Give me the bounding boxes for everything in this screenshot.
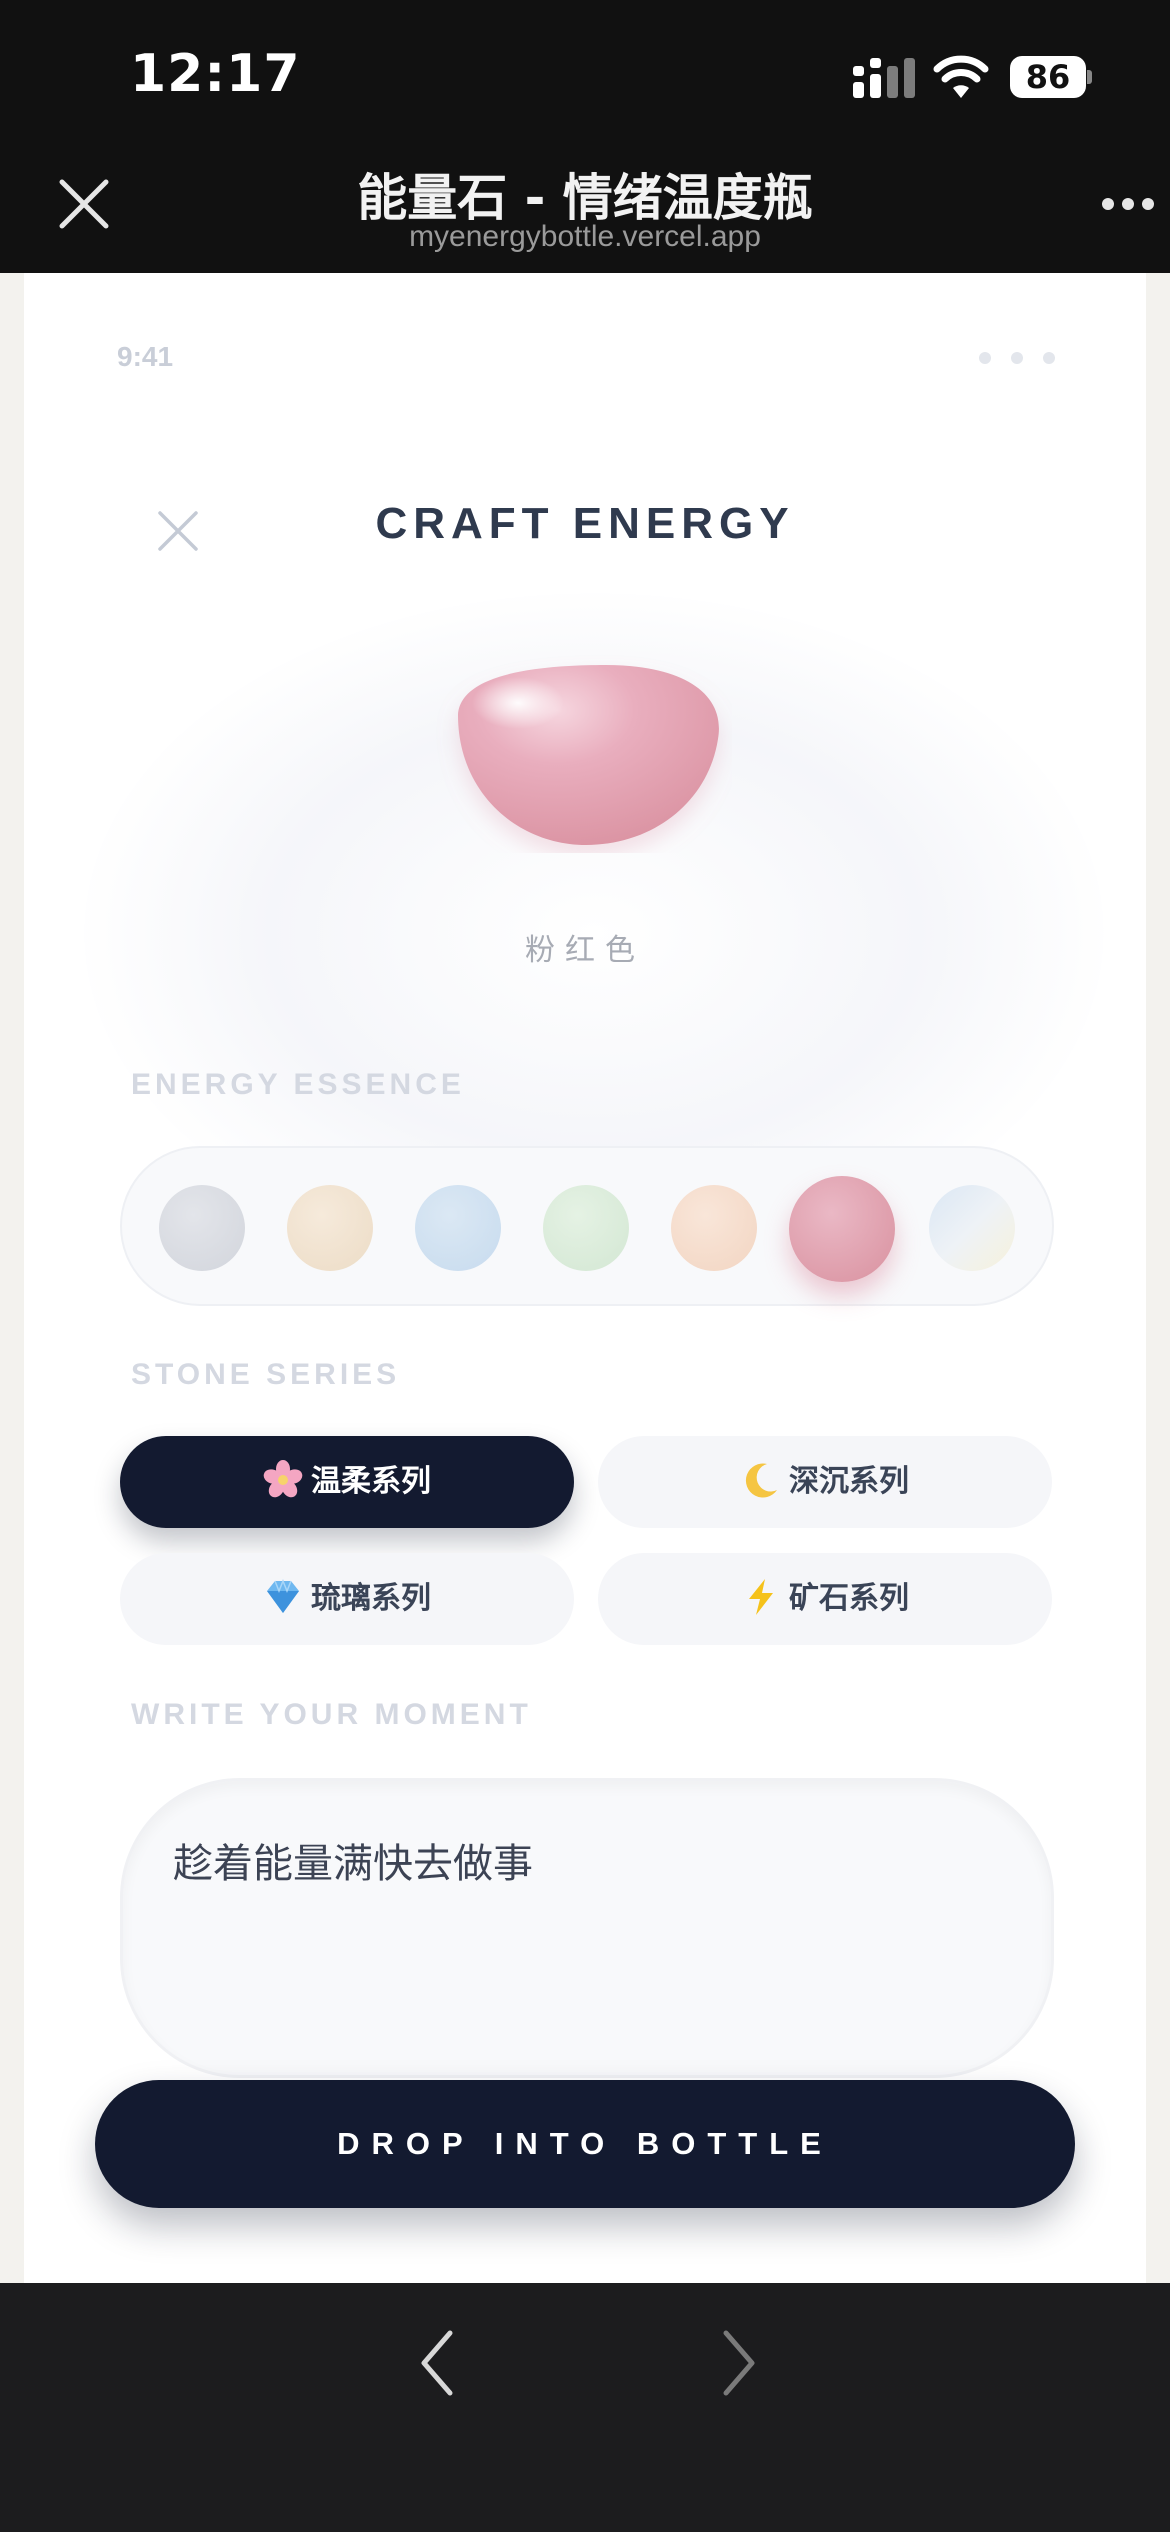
swatch-pearl[interactable] — [929, 1185, 1015, 1271]
stone-color-name: 粉红色 — [525, 933, 645, 968]
page-title: CRAFT ENERGY — [375, 499, 795, 548]
series-ore-button[interactable]: 矿石系列 — [598, 1553, 1052, 1645]
cherry-blossom-icon — [263, 1459, 303, 1497]
gem-icon — [267, 1578, 299, 1613]
drop-into-bottle-button[interactable]: DROP INTO BOTTLE — [95, 2080, 1075, 2208]
series-glaze-button[interactable]: 琉璃系列 — [120, 1553, 574, 1645]
color-swatch-tray — [120, 1146, 1054, 1306]
lightning-icon — [749, 1578, 773, 1615]
series-glaze-label: 琉璃系列 — [311, 1581, 431, 1616]
series-deep-button[interactable]: 深沉系列 — [598, 1436, 1052, 1528]
energy-essence-label: ENERGY ESSENCE — [131, 1068, 465, 1101]
battery-level: 86 — [1010, 56, 1086, 98]
swatch-blue[interactable] — [415, 1185, 501, 1271]
swatch-green[interactable] — [543, 1185, 629, 1271]
battery-icon: 86 — [1010, 56, 1092, 98]
browser-bottom-bar — [0, 2283, 1170, 2532]
moment-textarea[interactable]: 趁着能量满快去做事 — [120, 1778, 1054, 2078]
swatch-pink-selected[interactable] — [789, 1176, 895, 1282]
crescent-moon-icon — [745, 1462, 777, 1497]
craft-energy-screen: 9:41 CRAFT ENERGY 粉红色 ENERGY ESSENCE STO… — [24, 273, 1146, 2283]
cellular-signal-icon — [853, 58, 915, 98]
write-moment-label: WRITE YOUR MOMENT — [131, 1698, 532, 1731]
back-chevron-icon[interactable] — [410, 2325, 466, 2401]
swatch-peach[interactable] — [671, 1185, 757, 1271]
web-page: 9:41 CRAFT ENERGY 粉红色 ENERGY ESSENCE STO… — [0, 273, 1170, 2283]
energy-stone — [458, 665, 719, 845]
series-gentle-button[interactable]: 温柔系列 — [120, 1436, 574, 1528]
swatch-beige[interactable] — [287, 1185, 373, 1271]
series-deep-label: 深沉系列 — [789, 1464, 909, 1499]
moment-text: 趁着能量满快去做事 — [173, 1841, 533, 1887]
more-icon[interactable] — [1100, 194, 1156, 214]
browser-header: 能量石 - 情绪温度瓶 myenergybottle.vercel.app — [0, 140, 1170, 273]
swatch-gray[interactable] — [159, 1185, 245, 1271]
status-time: 12:17 — [130, 44, 301, 104]
wifi-icon — [933, 55, 989, 98]
status-bar: 12:17 86 — [0, 0, 1170, 140]
forward-chevron-icon[interactable] — [710, 2325, 766, 2401]
app-more-icon — [979, 351, 1075, 369]
series-ore-label: 矿石系列 — [789, 1581, 909, 1616]
stone-series-label: STONE SERIES — [131, 1358, 401, 1391]
app-time: 9:41 — [117, 341, 174, 372]
series-gentle-label: 温柔系列 — [311, 1464, 431, 1499]
browser-url: myenergybottle.vercel.app — [409, 220, 761, 253]
